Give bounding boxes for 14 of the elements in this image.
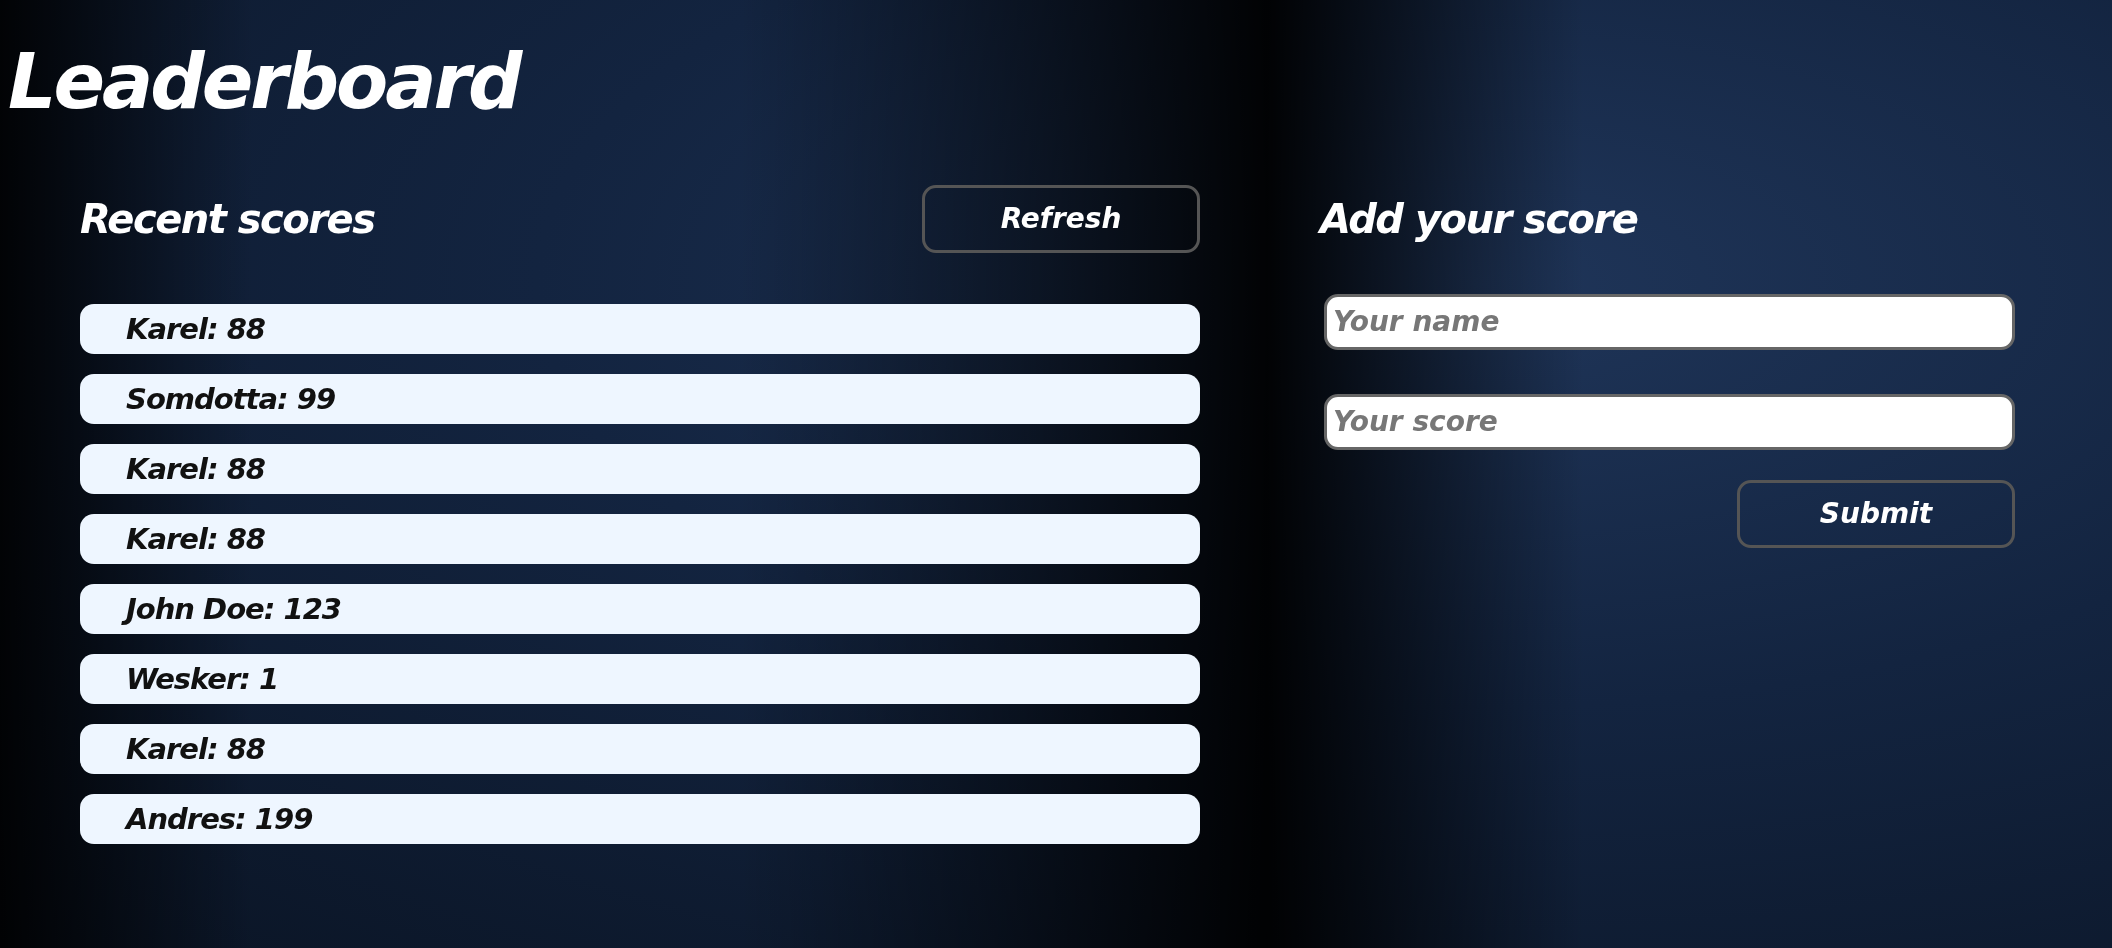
score-entry: Andres: 199 — [80, 793, 1200, 844]
name-input[interactable]: Your name — [1324, 293, 2015, 350]
score-entry: Karel: 88 — [80, 723, 1200, 774]
section-heading: Recent scores — [80, 195, 375, 242]
score-entry: Karel: 88 — [80, 513, 1200, 564]
score-entry: Wesker: 1 — [80, 653, 1200, 704]
page-title: Leaderboard — [8, 40, 523, 124]
score-entry: Karel: 88 — [80, 443, 1200, 494]
refresh-button[interactable]: Refresh — [922, 184, 1200, 253]
score-input[interactable]: Your score — [1324, 393, 2015, 450]
score-entry: Karel: 88 — [80, 303, 1200, 354]
score-entry: Somdotta: 99 — [80, 373, 1200, 424]
submit-button[interactable]: Submit — [1737, 479, 2015, 548]
score-entry: John Doe: 123 — [80, 583, 1200, 634]
